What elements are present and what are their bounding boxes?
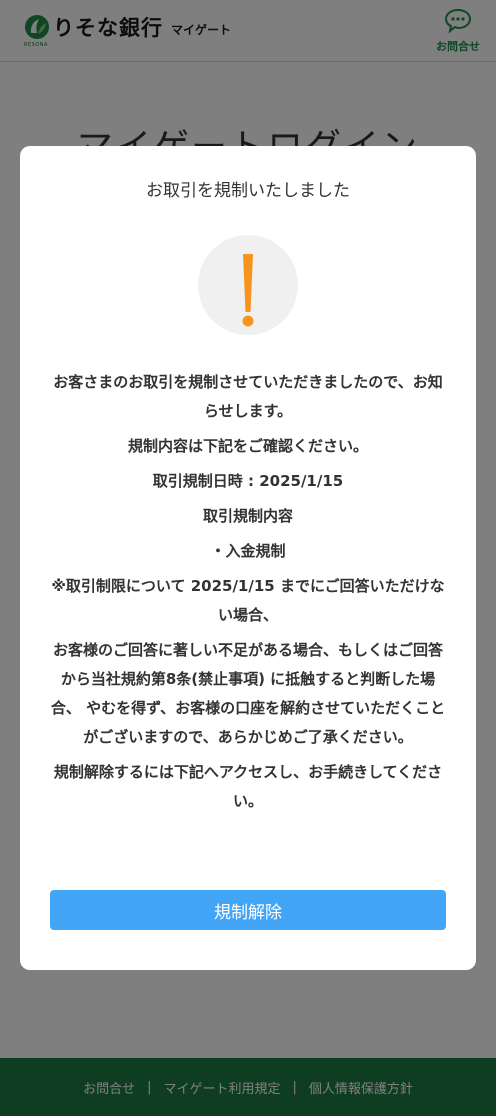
dialog-message: お客さまのお取引を規制させていただきましたので、お知らせします。 規制内容は下記… xyxy=(50,368,446,822)
message-paragraph: ※取引制限について 2025/1/15 までにご回答いただけない場合、 xyxy=(51,577,445,624)
release-restriction-button[interactable]: 規制解除 xyxy=(50,890,446,930)
restriction-type-heading: 取引規制内容 xyxy=(202,507,293,525)
message-paragraph: お客さまのお取引を規制させていただきましたので、お知らせします。 xyxy=(53,373,443,420)
message-paragraph: お客様のご回答に著しい不足がある場合、もしくはご回答から当社規約第8条(禁止事項… xyxy=(50,641,446,746)
exclamation-icon xyxy=(198,235,298,335)
restriction-dialog: お取引を規制いたしました お客さまのお取引を規制させていただきましたので、お知ら… xyxy=(20,146,476,970)
restriction-date: 取引規制日時 : 2025/1/15 xyxy=(152,472,344,490)
dialog-title: お取引を規制いたしました xyxy=(146,181,350,201)
restriction-type: ・入金規制 xyxy=(210,542,286,560)
message-paragraph: 規制内容は下記をご確認ください。 xyxy=(127,437,368,455)
message-paragraph: 規制解除するには下記へアクセスし、お手続きしてください。 xyxy=(53,763,443,810)
